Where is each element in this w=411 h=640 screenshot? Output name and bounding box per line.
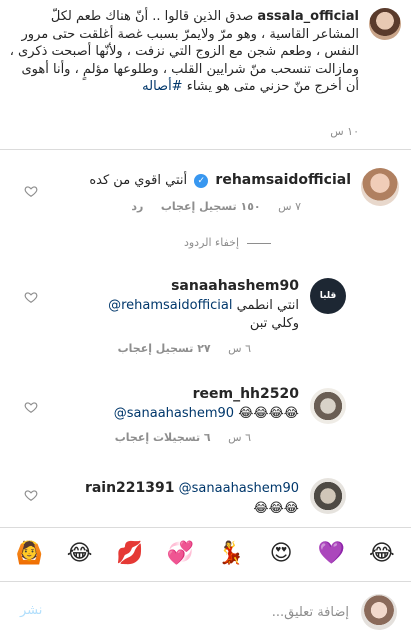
- caption-time: ١٠ س: [330, 125, 359, 138]
- reply-text-line-2: 😂😂😂: [253, 500, 299, 517]
- reply-text-line: rain221391 @sanaahashem90: [85, 480, 299, 497]
- emoji-laugh-tears-button[interactable]: 😂: [60, 541, 100, 567]
- reply-username-line: reem_hh2520: [193, 386, 299, 403]
- emoji-purple-heart-button[interactable]: 💜: [311, 541, 351, 567]
- reply-likes[interactable]: ٦ تسجيلات إعجاب: [115, 431, 211, 444]
- emoji-gesture-button[interactable]: 🙆: [9, 541, 49, 567]
- reply-mention[interactable]: @rehamsaidofficial: [108, 298, 232, 313]
- avatar-logo-text: قلبا: [319, 291, 337, 301]
- emoji-laugh-button[interactable]: 😂: [362, 541, 402, 567]
- reply-meta: ٦ س ٦ تسجيلات إعجاب: [101, 431, 251, 444]
- emoji-heart-eyes-button[interactable]: 😍: [261, 541, 301, 567]
- like-heart-icon[interactable]: [24, 184, 38, 198]
- comment-avatar[interactable]: [361, 168, 399, 206]
- reply-item: rain221391 @sanaahashem90 😂😂😂: [0, 472, 411, 524]
- hide-replies-button[interactable]: إخفاء الردود: [184, 236, 271, 249]
- reply-time: ٦ س: [228, 342, 251, 355]
- emoji-kiss-button[interactable]: 💋: [110, 541, 150, 567]
- caption-hashtag[interactable]: #أصاله: [142, 79, 182, 94]
- comment-meta: ٧ س ١٥٠ تسجيل إعجاب رد: [117, 200, 301, 213]
- reply-button[interactable]: رد: [131, 200, 143, 213]
- reply-text-line: 😂😂😂😂 @sanaahashem90: [114, 405, 299, 422]
- reply-avatar[interactable]: قلبا: [310, 278, 346, 314]
- comment-item: rehamsaidofficial ✓ أنتي اقوي من كده ٧ س…: [0, 160, 411, 230]
- reply-body-b: وكلي تبن: [249, 316, 299, 331]
- post-caption: assala_official صدق الذين قالوا .. أنّ ه…: [0, 0, 411, 147]
- reply-likes[interactable]: ٢٧ تسجيل إعجاب: [118, 342, 211, 355]
- reply-time: ٦ س: [228, 431, 251, 444]
- reply-emojis: 😂😂😂: [253, 501, 299, 516]
- reply-mention[interactable]: @sanaahashem90: [179, 481, 299, 496]
- reply-text-line: انتي انطمي @rehamsaidofficial: [108, 297, 299, 314]
- comment-text-line: rehamsaidofficial ✓ أنتي اقوي من كده: [89, 172, 351, 189]
- reply-mention[interactable]: @sanaahashem90: [114, 406, 234, 421]
- reply-emojis: 😂😂😂😂: [238, 406, 299, 421]
- reply-item: قلبا sanaahashem90 انتي انطمي @rehamsaid…: [0, 270, 411, 370]
- reply-username[interactable]: reem_hh2520: [193, 386, 299, 402]
- reply-item: reem_hh2520 😂😂😂😂 @sanaahashem90 ٦ س ٦ تس…: [0, 380, 411, 455]
- reply-username[interactable]: sanaahashem90: [171, 278, 299, 294]
- emoji-quick-bar: 🙆 😂 💋 💞 💃 😍 💜 😂: [0, 527, 411, 579]
- reply-text-line-2: وكلي تبن: [250, 315, 299, 332]
- divider: [0, 149, 411, 150]
- reply-meta: ٦ س ٢٧ تسجيل إعجاب: [104, 342, 251, 355]
- comment-username[interactable]: rehamsaidofficial: [215, 172, 351, 188]
- reply-username[interactable]: rain221391: [85, 480, 175, 496]
- comment-likes[interactable]: ١٥٠ تسجيل إعجاب: [161, 200, 261, 213]
- emoji-dancer-button[interactable]: 💃: [211, 541, 251, 567]
- like-heart-icon[interactable]: [24, 400, 38, 414]
- reply-avatar[interactable]: [310, 388, 346, 424]
- reply-body-a: انتي انطمي: [236, 298, 299, 313]
- caption-avatar[interactable]: [369, 8, 401, 40]
- like-heart-icon[interactable]: [24, 488, 38, 502]
- verified-badge-icon: ✓: [194, 173, 209, 188]
- post-button[interactable]: نشر: [20, 603, 42, 618]
- caption-username[interactable]: assala_official: [257, 9, 359, 24]
- comment-time: ٧ س: [278, 200, 301, 213]
- comment-input[interactable]: [149, 601, 349, 623]
- emoji-hearts-button[interactable]: 💞: [160, 541, 200, 567]
- caption-text: assala_official صدق الذين قالوا .. أنّ ه…: [7, 8, 359, 96]
- comment-body: أنتي اقوي من كده: [89, 173, 188, 188]
- comment-input-bar: نشر: [0, 581, 411, 640]
- like-heart-icon[interactable]: [24, 290, 38, 304]
- current-user-avatar: [361, 594, 397, 630]
- reply-username-line: sanaahashem90: [171, 278, 299, 295]
- reply-avatar[interactable]: [310, 478, 346, 514]
